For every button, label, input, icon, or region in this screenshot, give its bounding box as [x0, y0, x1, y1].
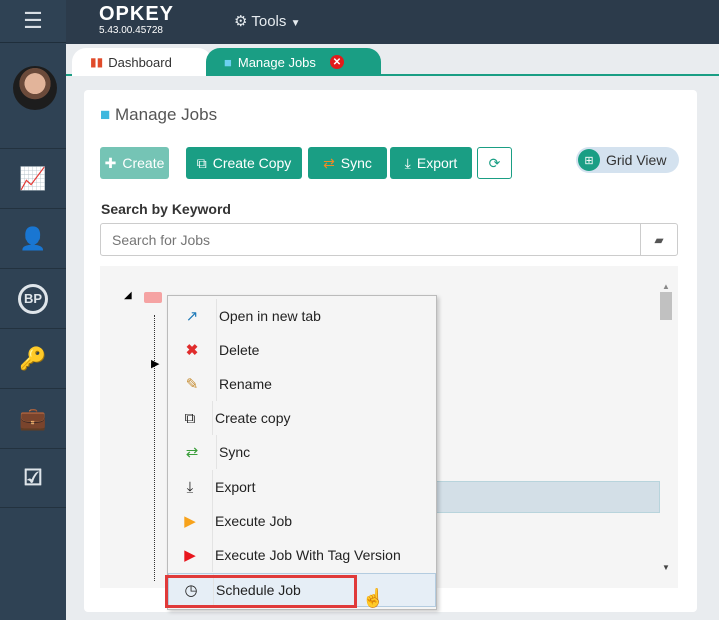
caret-down-icon: ▼	[290, 18, 301, 29]
top-header: OPKEY 5.43.00.45728 ⚙ Tools ▼	[66, 0, 719, 44]
grid-view-toggle[interactable]: ⊞ Grid View	[576, 147, 679, 173]
export-label: Export	[416, 155, 458, 171]
tab-bar: ▮▮ Dashboard ■ Manage Jobs ✕	[66, 44, 719, 76]
sidebar-item-dashboard[interactable]: 📈	[0, 148, 66, 208]
bp-icon: BP	[18, 283, 48, 314]
external-link-icon: ↗	[185, 308, 199, 325]
menu-label: Execute Job	[212, 504, 292, 538]
tree-connector	[154, 315, 155, 581]
briefcase-icon: ■	[100, 105, 111, 124]
tab-label: Manage Jobs	[237, 54, 316, 70]
highlight-box	[165, 575, 357, 608]
briefcase-clock-icon: 💼	[19, 405, 47, 431]
tools-menu[interactable]: ⚙ Tools ▼	[234, 12, 300, 30]
refresh-icon: ⟳	[488, 154, 501, 171]
selected-tree-row[interactable]	[436, 481, 660, 513]
sidebar-item-jobs-user[interactable]: 👤	[0, 208, 66, 268]
play-red-icon: ▶	[184, 547, 196, 564]
sitemap-icon: ⊞	[578, 149, 600, 171]
create-button[interactable]: ✚ Create	[100, 147, 169, 179]
sync-button[interactable]: ⇄ Sync	[308, 147, 387, 179]
rename-icon: ✎	[185, 376, 199, 393]
scrollbar[interactable]: ▲ ▼	[660, 282, 672, 572]
menu-item-execute-tag-version[interactable]: ▶ Execute Job With Tag Version	[168, 538, 436, 572]
version-text: 5.43.00.45728	[99, 25, 163, 36]
create-copy-label: Create Copy	[212, 155, 292, 171]
sidebar-item-reports[interactable]: ☑	[0, 448, 66, 508]
menu-item-rename[interactable]: ✎ Rename	[168, 367, 436, 401]
tab-manage-jobs[interactable]: ■ Manage Jobs ✕	[206, 48, 381, 76]
menu-item-sync[interactable]: ⇄ Sync	[168, 435, 436, 469]
close-tab-icon[interactable]: ✕	[329, 55, 344, 69]
folder-tag-icon	[144, 292, 162, 303]
menu-label: Execute Job With Tag Version	[212, 538, 401, 572]
plus-icon: ✚	[104, 154, 117, 171]
hamburger-menu-icon[interactable]: ☰	[0, 0, 66, 43]
menu-item-open-new-tab[interactable]: ↗ Open in new tab	[168, 299, 436, 333]
menu-label: Sync	[216, 435, 250, 469]
refresh-button[interactable]: ⟳	[477, 147, 512, 179]
sidebar-item-manage-jobs[interactable]: 💼	[0, 388, 66, 448]
sidebar: ☰ 📈 👤 BP 🔑 💼 ☑	[0, 0, 66, 620]
sync-icon: ⇄	[323, 154, 335, 171]
menu-label: Export	[212, 470, 255, 504]
copy-icon: ⧉	[196, 154, 207, 171]
menu-item-execute-job[interactable]: ▶ Execute Job	[168, 504, 436, 538]
copy-icon: ⧉	[184, 409, 196, 427]
eraser-icon[interactable]: ▰	[640, 224, 677, 255]
create-label: Create	[122, 155, 165, 171]
chart-icon: 📈	[19, 165, 47, 191]
gears-icon: ⚙	[234, 13, 248, 30]
sync-label: Sync	[340, 155, 372, 171]
tab-dashboard[interactable]: ▮▮ Dashboard	[72, 48, 212, 76]
menu-label: Delete	[216, 333, 259, 367]
export-button[interactable]: ⤓ Export	[390, 147, 472, 179]
sidebar-item-tc[interactable]: 🔑	[0, 328, 66, 388]
checklist-icon: ☑	[23, 465, 43, 490]
expand-arrow-icon[interactable]: ▶	[151, 357, 159, 370]
menu-label: Open in new tab	[216, 299, 321, 333]
menu-item-create-copy[interactable]: ⧉ Create copy	[168, 401, 436, 435]
search-group: ▰	[100, 223, 678, 256]
context-menu: ↗ Open in new tab ✖ Delete ✎ Rename ⧉ Create…	[167, 295, 437, 610]
menu-item-delete[interactable]: ✖ Delete	[168, 333, 436, 367]
avatar[interactable]	[13, 66, 57, 110]
tools-label: Tools	[251, 13, 287, 30]
hand-cursor-icon: ☝	[362, 588, 385, 608]
opkey-logo: OPKEY	[99, 3, 175, 25]
delete-icon: ✖	[185, 342, 199, 359]
menu-label: Rename	[216, 367, 272, 401]
sync-icon: ⇄	[185, 444, 199, 461]
play-orange-icon: ▶	[184, 513, 196, 530]
download-icon: ⤓	[404, 154, 411, 171]
sidebar-item-bp[interactable]: BP	[0, 268, 66, 328]
page-title: ■ Manage Jobs	[100, 105, 217, 125]
key-tc-icon: 🔑	[19, 345, 47, 371]
chart-icon: ▮▮	[90, 55, 104, 69]
collapse-arrow-icon[interactable]: ◢	[124, 290, 132, 301]
page-title-text: Manage Jobs	[115, 105, 218, 124]
menu-item-export[interactable]: ⤓ Export	[168, 470, 436, 504]
user-briefcase-icon: 👤	[19, 225, 47, 251]
create-copy-button[interactable]: ⧉ Create Copy	[186, 147, 302, 179]
export-icon: ⤓	[186, 478, 194, 496]
tab-label: Dashboard	[108, 54, 172, 70]
menu-label: Create copy	[212, 401, 290, 435]
briefcase-icon: ■	[224, 54, 232, 70]
grid-view-label: Grid View	[606, 152, 667, 168]
search-input[interactable]	[101, 224, 640, 255]
search-label: Search by Keyword	[101, 201, 231, 217]
